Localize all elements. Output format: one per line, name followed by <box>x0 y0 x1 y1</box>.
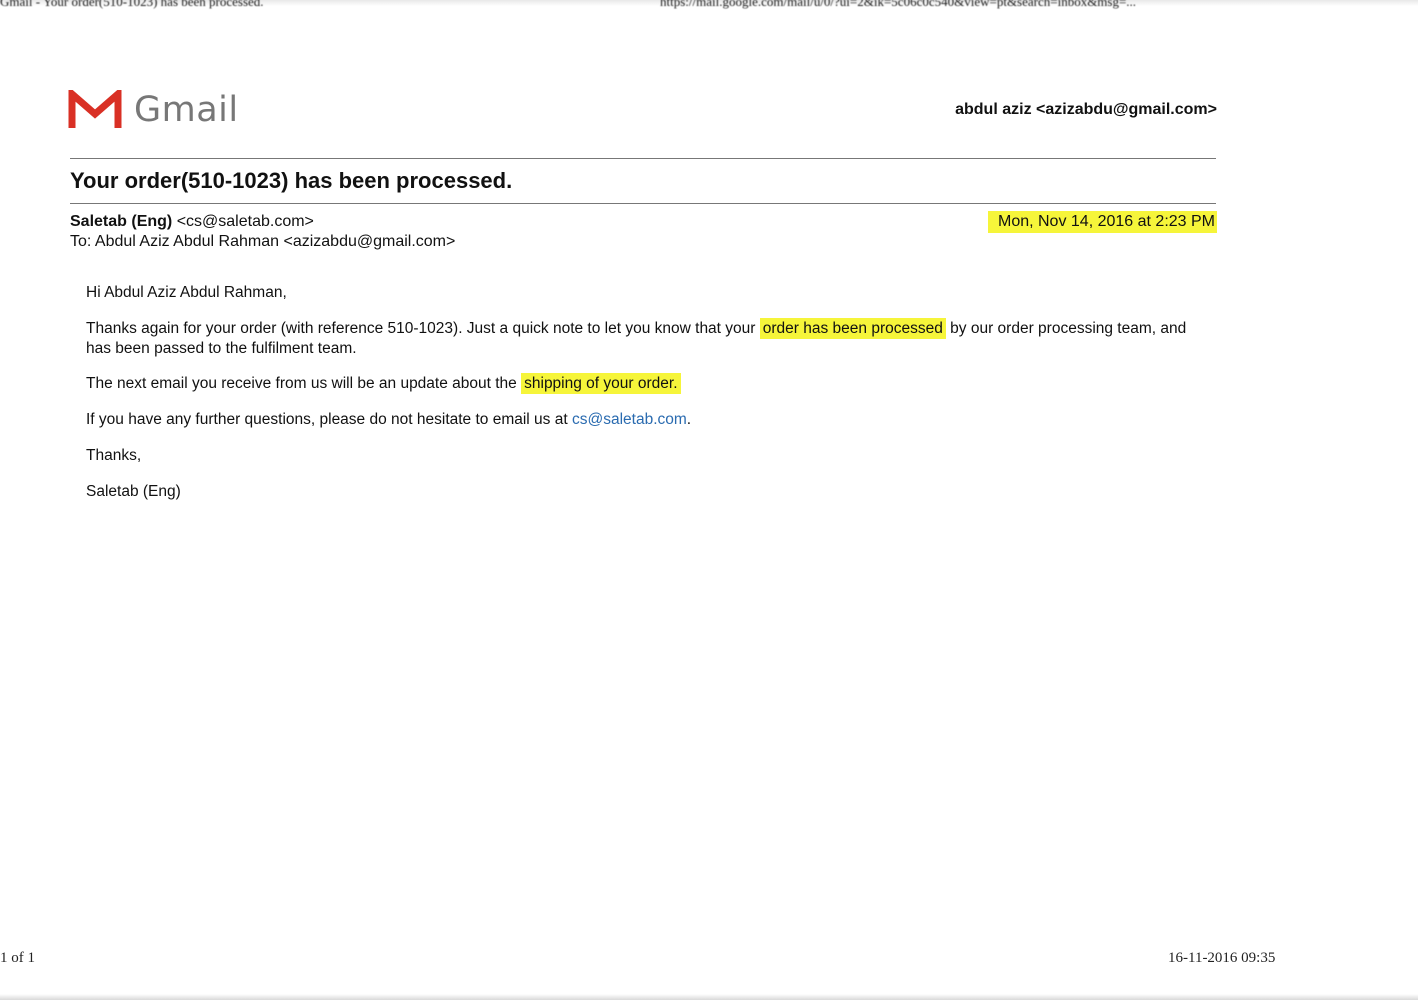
highlight-order-processed: order has been processed <box>759 318 946 339</box>
p3-text-start: If you have any further questions, pleas… <box>86 411 568 428</box>
greeting: Hi Abdul Aziz Abdul Rahman, <box>86 284 287 301</box>
body-paragraph-contact: If you have any further questions, pleas… <box>86 410 691 430</box>
highlight-shipping: shipping of your order. <box>521 373 681 394</box>
contact-email-link[interactable]: cs@saletab.com <box>572 411 687 428</box>
print-header-url: https://mail.google.com/mail/u/0/?ui=2&i… <box>660 0 1137 9</box>
recipient-line: To: Abdul Aziz Abdul Rahman <azizabdu@gm… <box>70 233 456 250</box>
gmail-logo-text: Gmail <box>134 90 239 130</box>
printed-email-page: Gmail - Your order(510-1023) has been pr… <box>0 0 1418 1000</box>
p2-text-start: The next email you receive from us will … <box>86 375 517 392</box>
scan-bottom-edge <box>0 994 1418 1000</box>
sender-email: <cs@saletab.com> <box>176 213 314 230</box>
signature: Saletab (Eng) <box>86 483 181 500</box>
page-count: 1 of 1 <box>0 950 35 966</box>
print-header: Gmail - Your order(510-1023) has been pr… <box>0 0 1290 18</box>
p3-text-end: . <box>686 411 692 428</box>
closing-thanks: Thanks, <box>86 447 142 464</box>
body-paragraph-processed: Thanks again for your order (with refere… <box>86 318 1196 359</box>
email-subject: Your order(510-1023) has been processed. <box>70 168 513 193</box>
header-divider <box>70 158 1216 159</box>
gmail-m-icon <box>68 90 122 130</box>
gmail-logo: Gmail <box>68 90 239 130</box>
p1-text-start: Thanks again for your order (with refere… <box>86 320 756 337</box>
print-header-title: Gmail - Your order(510-1023) has been pr… <box>0 0 264 9</box>
sender-line: Saletab (Eng) <cs@saletab.com> <box>70 213 314 231</box>
email-date: Mon, Nov 14, 2016 at 2:23 PM <box>987 211 1217 233</box>
subject-divider <box>70 203 1216 204</box>
print-timestamp: 16-11-2016 09:35 <box>1168 950 1276 966</box>
body-paragraph-shipping: The next email you receive from us will … <box>86 373 681 394</box>
account-identity: abdul aziz <azizabdu@gmail.com> <box>955 101 1217 118</box>
sender-name: Saletab (Eng) <box>70 213 173 230</box>
